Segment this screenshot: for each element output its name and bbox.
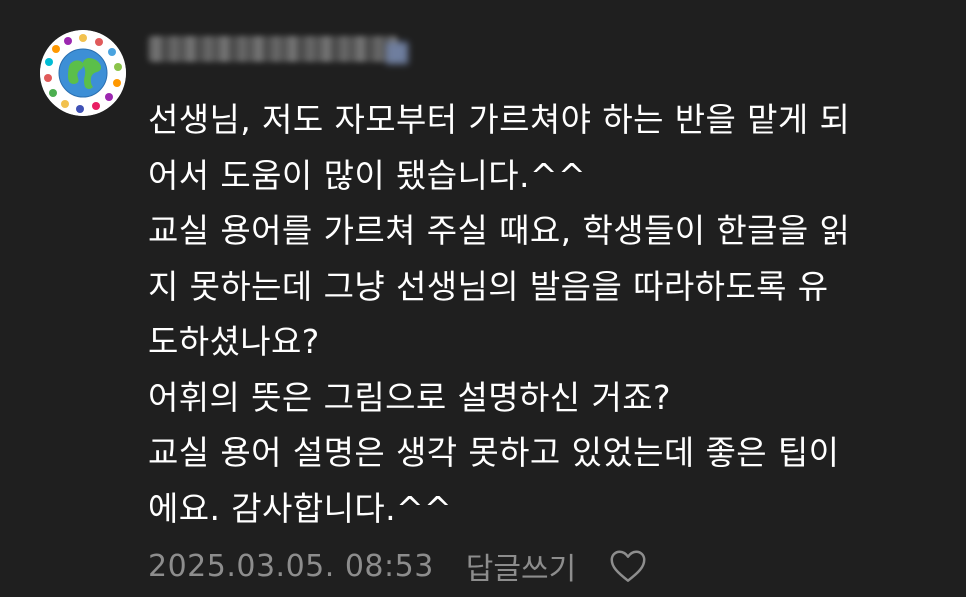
comment-body: 선생님, 저도 자모부터 가르쳐야 하는 반을 맡게 되 어서 도움이 많이 됐… [148,92,938,536]
avatar[interactable] [40,30,126,116]
reply-button[interactable]: 답글쓰기 [466,544,576,588]
heart-outline-icon [610,550,646,582]
comment-line: 에요. 감사합니다.^^ [148,488,453,528]
comment-line: 지 못하는데 그냥 선생님의 발음을 따라하도록 유 [148,266,829,306]
comment-line: 교실 용어를 가르쳐 주실 때요, 학생들이 한글을 읽 [148,211,851,250]
comment-line: 교실 용어 설명은 생각 못하고 있었는데 좋은 팁이 [148,433,840,472]
comment-card: 선생님, 저도 자모부터 가르쳐야 하는 반을 맡게 되 어서 도움이 많이 됐… [0,0,966,597]
comment-line: 도하셨나요? [148,322,320,361]
comment-line: 어서 도움이 많이 됐습니다.^^ [148,155,587,195]
comment-line: 어휘의 뜻은 그림으로 설명하신 거죠? [148,377,671,417]
username-obscured-block [148,36,398,62]
like-button[interactable] [608,546,648,586]
comment-line: 선생님, 저도 자모부터 가르쳐야 하는 반을 맡게 되 [148,100,851,139]
comment-meta: 2025.03.05. 08:53 답글쓰기 [148,544,648,588]
earth-globe-with-children-icon [40,30,126,116]
username[interactable] [148,32,418,66]
comment-timestamp: 2025.03.05. 08:53 [148,548,434,584]
